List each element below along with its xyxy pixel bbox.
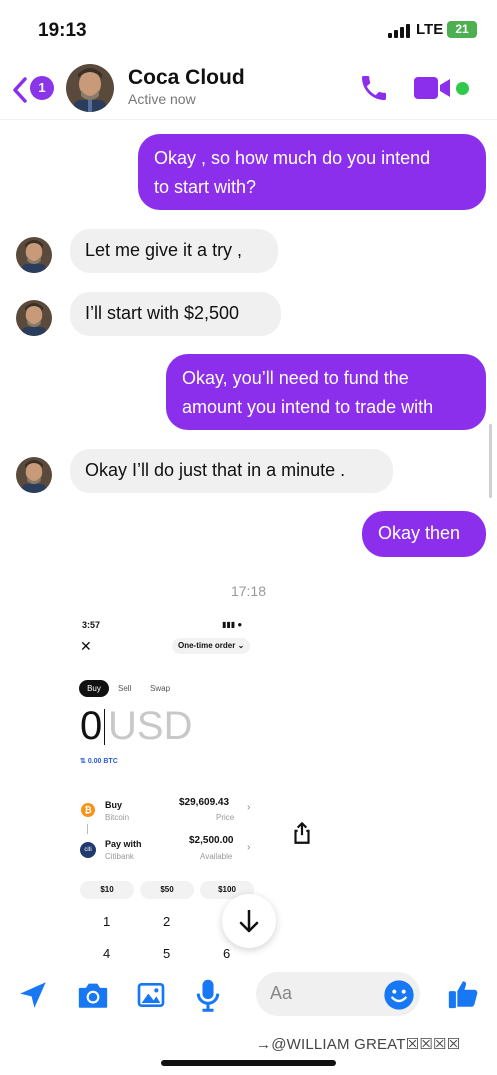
image-status-time: 3:57 [82,620,101,630]
keypad-key: 4 [103,946,111,961]
preset-label: $10 [100,885,114,894]
btc-amount: ⇅ 0.00 BTC [80,758,118,765]
btc-amount-text: 0.00 BTC [87,758,118,765]
arrow-down-icon [239,910,259,933]
contact-status: Active now [128,91,196,107]
bank-short: citi [84,847,92,853]
back-arrow-icon[interactable] [10,76,30,104]
chevron-right-icon: › [247,802,251,813]
pay-source: Citibank [105,852,134,861]
preset-label: $50 [160,885,174,894]
chat-header: 1 Coca Cloud Active now [0,58,497,120]
tab-swap: Swap [150,684,171,693]
network-label: LTE [416,21,444,38]
gallery-icon[interactable] [135,979,167,1011]
share-icon[interactable] [289,820,315,846]
keypad-key: 2 [163,914,171,929]
image-status-icons: ▮▮▮ ● [222,620,243,629]
message-input-placeholder: Aa [270,983,293,1003]
phone-icon[interactable] [358,72,390,104]
microphone-icon[interactable] [193,977,223,1013]
signal-icon [388,24,412,38]
contact-name[interactable]: Coca Cloud [128,66,245,90]
message-outgoing[interactable]: Okay, you’ll need to fund the amount you… [166,354,486,430]
contact-avatar[interactable] [16,457,52,493]
buy-price-label: Price [216,813,235,822]
keypad-key: 5 [163,946,171,961]
message-text: Let me give it a try , [85,240,243,260]
message-outgoing[interactable]: Okay then [362,511,486,557]
tab-sell: Sell [118,684,132,693]
message-text: I’ll start with $2,500 [85,303,240,323]
message-incoming[interactable]: Okay I’ll do just that in a minute . [70,449,393,493]
watermark: →@WILLIAM GREAT☒☒☒☒ [256,1036,461,1053]
online-indicator [456,82,469,95]
scrollbar[interactable] [489,424,492,498]
keypad-key: 1 [103,914,111,929]
battery-level: 21 [455,22,469,36]
video-icon[interactable] [412,74,452,102]
emoji-icon[interactable] [383,979,415,1011]
camera-icon[interactable] [76,979,110,1011]
message-incoming[interactable]: Let me give it a try , [70,229,278,273]
message-line: Okay, you’ll need to fund the [182,368,409,388]
message-line: Okay , so how much do you intend [154,148,431,168]
location-icon[interactable] [16,978,50,1012]
pay-available: $2,500.00 [189,835,234,846]
bitcoin-icon: ₿ [81,803,95,817]
tab-buy: Buy [79,680,109,697]
contact-avatar[interactable] [16,300,52,336]
message-timestamp: 17:18 [230,583,267,599]
preset-label: $100 [218,885,236,894]
contact-avatar[interactable] [16,237,52,273]
chevron-right-icon: › [247,842,251,853]
amount-value: 0 [80,704,103,748]
keypad-key: 6 [223,946,231,961]
unread-badge[interactable]: 1 [30,76,54,100]
tab-label: Buy [87,684,101,693]
order-type-select: One-time order ⌄ [172,638,251,654]
battery-icon: 21 [447,21,477,38]
message-line: to start with? [154,177,257,197]
message-composer: Aa [0,964,497,1024]
home-indicator[interactable] [161,1060,336,1066]
message-outgoing[interactable]: Okay , so how much do you intend to star… [138,134,486,210]
pay-label: Pay with [105,839,142,849]
order-type-label: One-time order [178,641,236,650]
scroll-to-bottom-button[interactable] [222,894,276,948]
thumbs-up-icon[interactable] [446,976,480,1012]
connector-line [87,824,88,834]
preset-button: $10 [80,881,134,899]
status-time: 19:13 [38,20,87,41]
amount-currency: USD [108,704,193,748]
message-text: Okay I’ll do just that in a minute . [85,460,346,480]
citibank-icon: citi [80,842,96,858]
status-bar: 19:13 LTE 21 [0,0,497,58]
pay-available-label: Available [200,852,233,861]
buy-price: $29,609.43 [179,797,230,808]
preset-button: $50 [140,881,194,899]
buy-asset: Bitcoin [105,813,130,822]
contact-avatar[interactable] [66,64,114,112]
amount-cursor [104,709,105,745]
message-line: amount you intend to trade with [182,397,434,417]
message-text: Okay then [378,523,461,543]
message-incoming[interactable]: I’ll start with $2,500 [70,292,281,336]
buy-label: Buy [105,800,123,810]
close-icon: ✕ [80,638,92,654]
